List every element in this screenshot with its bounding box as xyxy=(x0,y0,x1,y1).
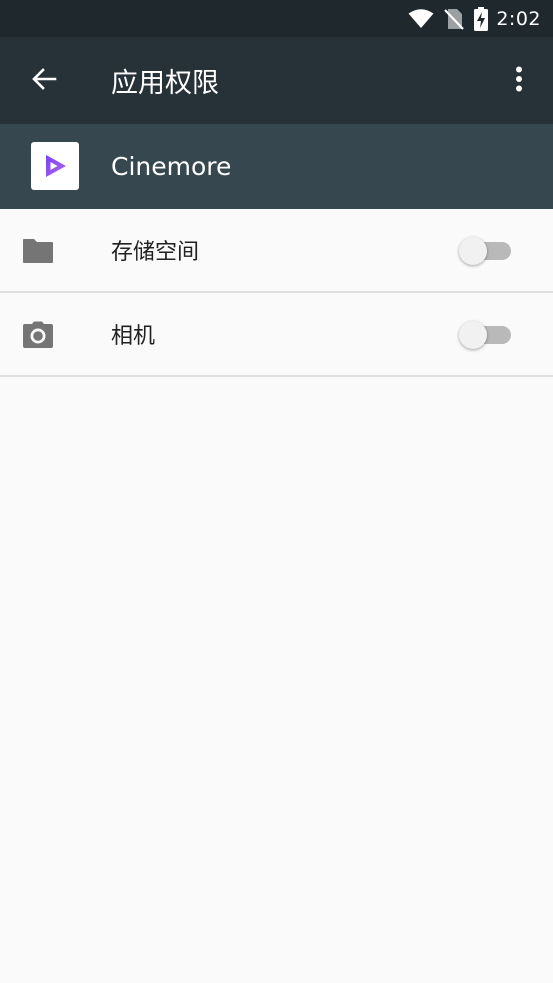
app-name: Cinemore xyxy=(111,152,232,181)
back-button[interactable] xyxy=(24,61,64,101)
page-title: 应用权限 xyxy=(111,68,219,99)
wifi-icon xyxy=(408,8,434,29)
toggle-thumb xyxy=(459,237,487,265)
arrow-back-icon xyxy=(31,67,57,95)
status-bar: 2:02 xyxy=(0,0,553,37)
permission-row-camera[interactable]: 相机 xyxy=(0,293,553,377)
toggle-thumb xyxy=(459,321,487,349)
permission-list: 存储空间 相机 xyxy=(0,209,553,377)
more-options-button[interactable] xyxy=(499,61,539,101)
app-header: Cinemore xyxy=(0,124,553,209)
folder-icon xyxy=(21,236,55,266)
camera-permission-toggle[interactable] xyxy=(459,321,513,349)
cinemore-play-icon xyxy=(31,142,79,190)
permission-label: 相机 xyxy=(111,324,156,349)
battery-charging-icon xyxy=(474,6,489,31)
storage-permission-toggle[interactable] xyxy=(459,237,513,265)
camera-icon xyxy=(21,320,55,350)
permission-row-storage[interactable]: 存储空间 xyxy=(0,209,553,293)
no-sim-icon xyxy=(444,8,465,30)
app-bar: 应用权限 xyxy=(0,37,553,124)
more-vert-icon xyxy=(515,66,523,96)
status-time: 2:02 xyxy=(496,7,541,30)
permission-label: 存储空间 xyxy=(111,240,200,265)
